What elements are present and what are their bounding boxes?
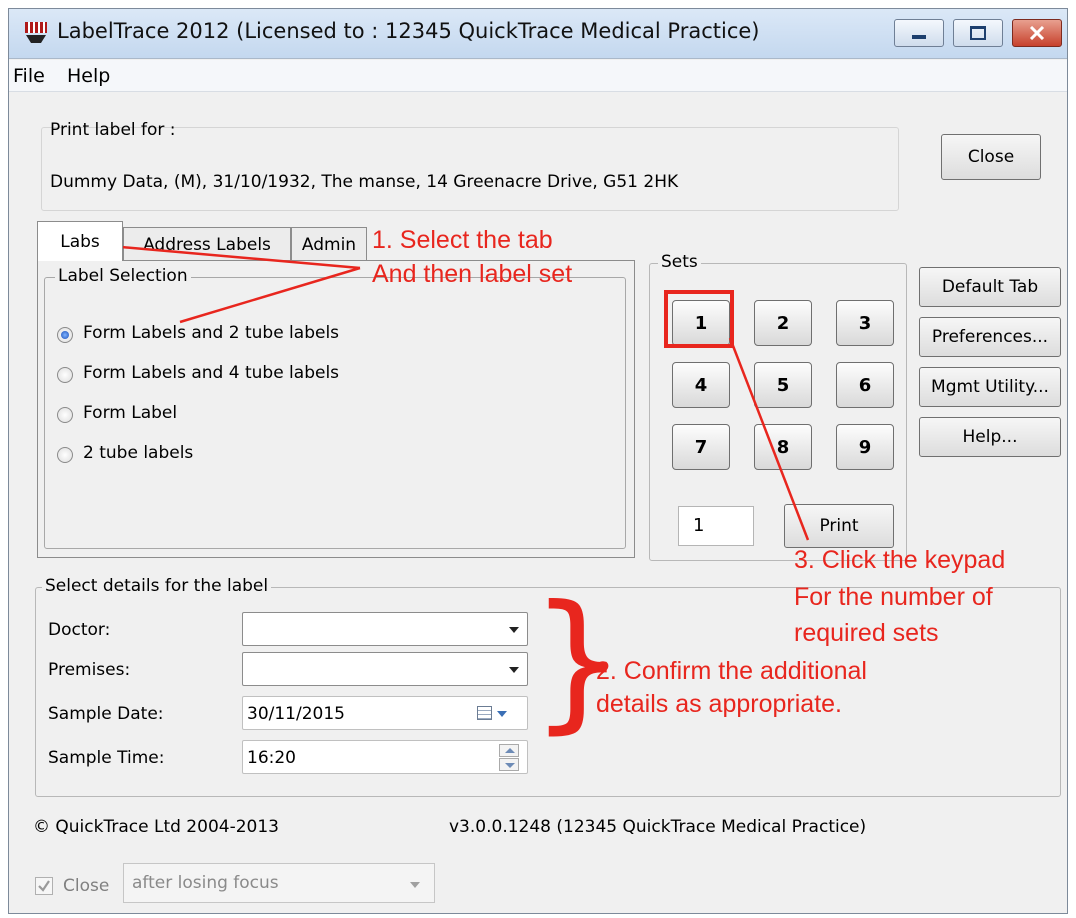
checkmark-icon <box>38 880 50 892</box>
preferences-button[interactable]: Preferences... <box>919 317 1061 357</box>
close-icon <box>1029 26 1045 40</box>
radio-label-2[interactable]: Form Labels and 4 tube labels <box>83 363 339 383</box>
radio-option-3[interactable] <box>57 407 73 423</box>
sample-date-picker[interactable]: 30/11/2015 <box>242 696 528 730</box>
annotation-step-3-line-1: 3. Click the keypad <box>794 546 1006 574</box>
close-window-button[interactable] <box>1012 19 1062 47</box>
sample-time-value: 16:20 <box>247 748 296 768</box>
sets-title: Sets <box>658 252 701 272</box>
app-logo-icon <box>25 22 47 43</box>
keypad-7[interactable]: 7 <box>672 424 730 470</box>
tab-labs[interactable]: Labs <box>37 221 123 261</box>
annotation-step-2-line-1: 2. Confirm the additional <box>596 657 867 685</box>
print-label-for-group: Print label for : Dummy Data, (M), 31/10… <box>41 120 899 211</box>
premises-label: Premises: <box>48 660 131 680</box>
annotation-step-3-line-2: For the number of <box>794 583 993 611</box>
close-option-value: after losing focus <box>132 873 279 893</box>
annotation-step-1-line-1: 1. Select the tab <box>372 226 553 254</box>
sample-time-input[interactable]: 16:20 <box>242 740 528 774</box>
calendar-icon[interactable] <box>477 706 492 720</box>
menu-bar: File Help <box>9 60 1067 92</box>
label-selection-title: Label Selection <box>55 266 191 286</box>
annotation-step-1-line-2: And then label set <box>372 260 573 288</box>
help-button[interactable]: Help... <box>919 417 1061 457</box>
sample-time-label: Sample Time: <box>48 748 165 768</box>
print-button[interactable]: Print <box>784 504 894 548</box>
label-selection-group: Label Selection Form Labels and 2 tube l… <box>44 266 626 549</box>
window-title: LabelTrace 2012 (Licensed to : 12345 Qui… <box>57 19 760 43</box>
keypad-9[interactable]: 9 <box>836 424 894 470</box>
keypad-1[interactable]: 1 <box>672 300 730 346</box>
label-details-title: Select details for the label <box>42 576 272 596</box>
app-window: LabelTrace 2012 (Licensed to : 12345 Qui… <box>8 8 1068 914</box>
radio-option-4[interactable] <box>57 447 73 463</box>
radio-option-2[interactable] <box>57 367 73 383</box>
doctor-dropdown[interactable] <box>242 612 528 646</box>
version-text: v3.0.0.1248 (12345 QuickTrace Medical Pr… <box>449 817 867 837</box>
keypad-2[interactable]: 2 <box>754 300 812 346</box>
menu-help[interactable]: Help <box>67 65 110 87</box>
close-option-dropdown[interactable]: after losing focus <box>123 863 435 903</box>
chevron-down-icon <box>509 667 519 673</box>
keypad-5[interactable]: 5 <box>754 362 812 408</box>
minimize-icon <box>912 35 926 39</box>
sets-group: Sets 1 2 3 4 5 6 7 8 9 1 Print <box>649 252 907 561</box>
close-button[interactable]: Close <box>941 134 1041 180</box>
radio-option-1[interactable] <box>57 327 73 343</box>
doctor-label: Doctor: <box>48 620 111 640</box>
sample-date-label: Sample Date: <box>48 704 164 724</box>
close-after-checkbox[interactable] <box>35 877 53 895</box>
mgmt-utility-button[interactable]: Mgmt Utility... <box>919 367 1061 407</box>
keypad-8[interactable]: 8 <box>754 424 812 470</box>
copyright-text: © QuickTrace Ltd 2004-2013 <box>33 817 279 837</box>
sets-count-input[interactable]: 1 <box>678 506 754 546</box>
keypad-4[interactable]: 4 <box>672 362 730 408</box>
radio-label-3[interactable]: Form Label <box>83 403 177 423</box>
tab-address-labels[interactable]: Address Labels <box>123 227 291 261</box>
keypad-6[interactable]: 6 <box>836 362 894 408</box>
menu-file[interactable]: File <box>13 65 45 87</box>
chevron-up-icon <box>505 748 515 753</box>
chevron-down-icon <box>497 711 507 717</box>
chevron-down-icon <box>410 882 420 888</box>
title-bar[interactable]: LabelTrace 2012 (Licensed to : 12345 Qui… <box>9 9 1067 59</box>
premises-dropdown[interactable] <box>242 652 528 686</box>
sample-date-value: 30/11/2015 <box>247 704 345 724</box>
close-checkbox-label[interactable]: Close <box>63 876 109 896</box>
labs-tab-panel: Label Selection Form Labels and 2 tube l… <box>37 260 635 558</box>
time-down-button[interactable] <box>499 758 519 771</box>
radio-label-4[interactable]: 2 tube labels <box>83 443 193 463</box>
default-tab-button[interactable]: Default Tab <box>919 267 1061 307</box>
minimize-button[interactable] <box>894 19 944 47</box>
annotation-step-3-line-3: required sets <box>794 619 939 647</box>
chevron-down-icon <box>509 627 519 633</box>
chevron-down-icon <box>505 763 515 768</box>
patient-details: Dummy Data, (M), 31/10/1932, The manse, … <box>50 172 679 192</box>
annotation-step-2-line-2: details as appropriate. <box>596 690 842 718</box>
maximize-icon <box>970 26 986 40</box>
keypad-3[interactable]: 3 <box>836 300 894 346</box>
radio-label-1[interactable]: Form Labels and 2 tube labels <box>83 323 339 343</box>
maximize-button[interactable] <box>953 19 1003 47</box>
time-up-button[interactable] <box>499 744 519 757</box>
print-label-for-caption: Print label for : <box>50 120 176 140</box>
tab-admin[interactable]: Admin <box>291 227 367 261</box>
